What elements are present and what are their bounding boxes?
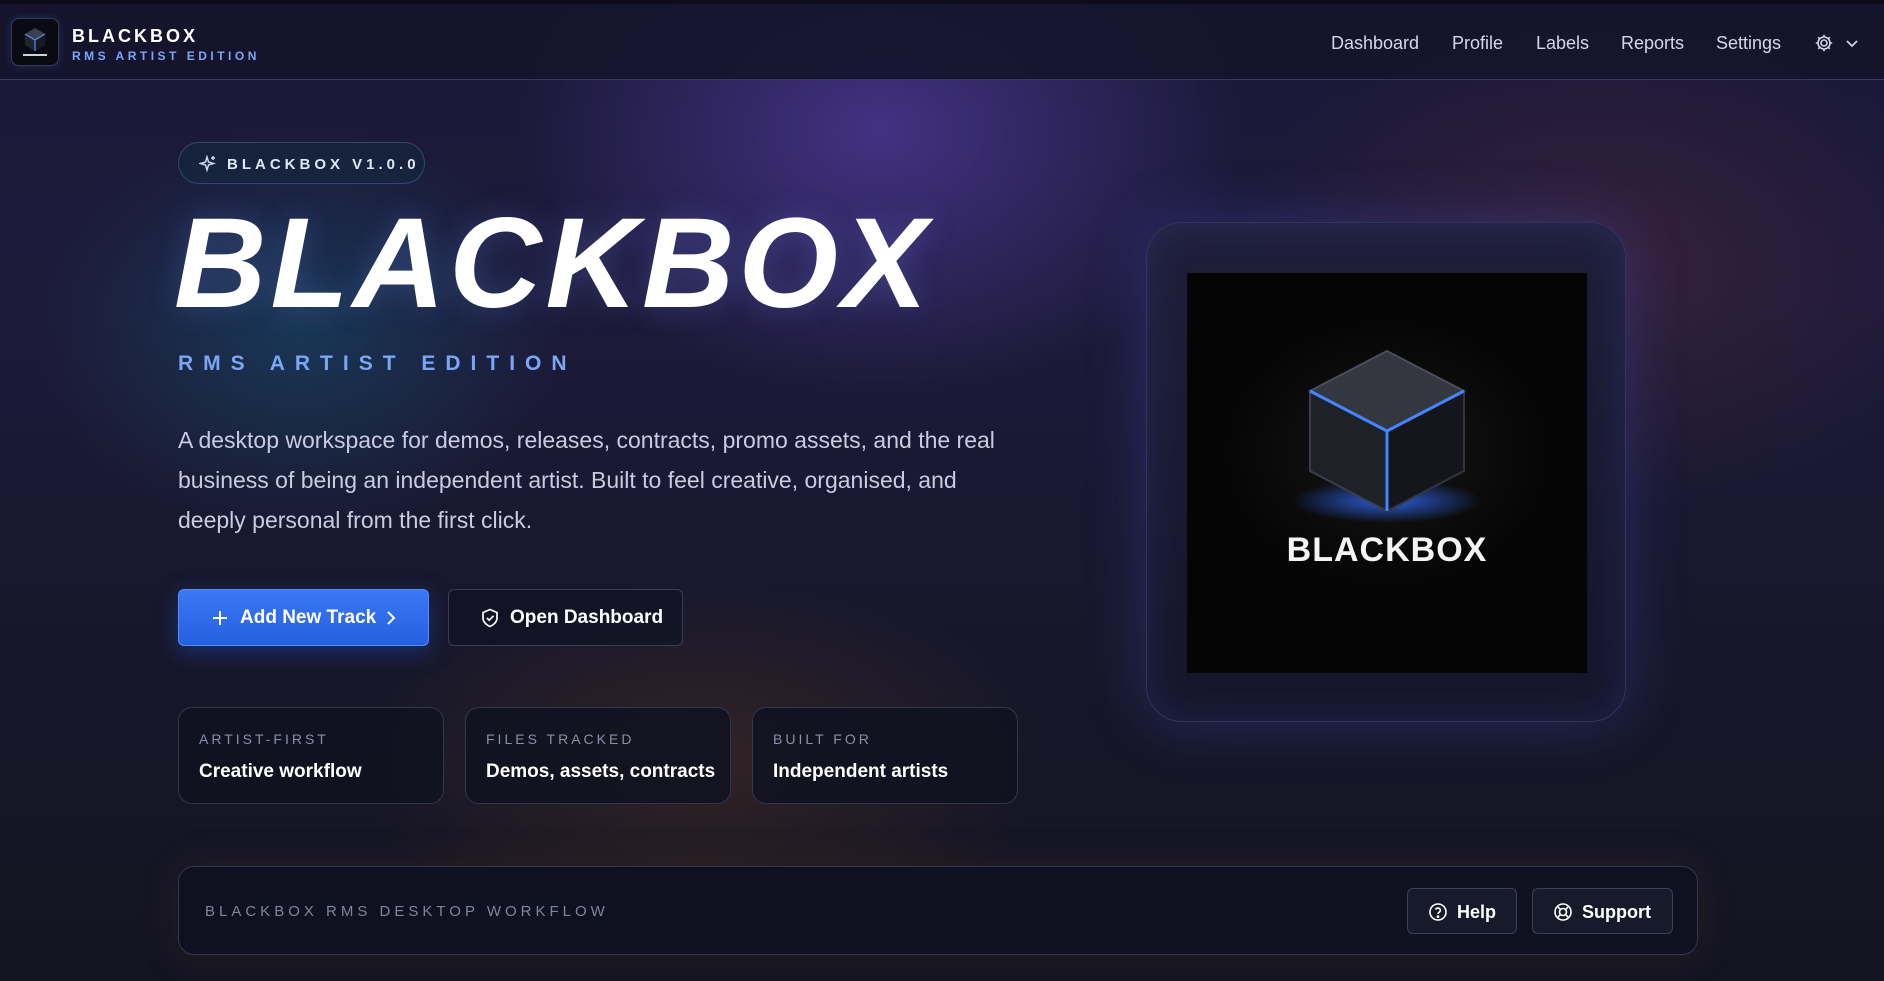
version-badge: BLACKBOX V1.0.0 (178, 142, 425, 184)
showcase-card: BLACKBOX (1146, 222, 1626, 722)
blackbox-logo-icon[interactable] (11, 18, 59, 66)
nav-settings[interactable]: Settings (1716, 33, 1781, 54)
blackbox-artwork: BLACKBOX (1187, 273, 1587, 673)
stat-value: Independent artists (773, 761, 949, 782)
hero-description: A desktop workspace for demos, releases,… (178, 427, 995, 533)
sparkle-icon (197, 154, 217, 178)
stat-label: ARTIST-FIRST (199, 731, 329, 747)
support-label: Support (1582, 902, 1651, 922)
stat-value: Demos, assets, contracts (486, 761, 716, 782)
footer-caption: BLACKBOX RMS DESKTOP WORKFLOW (205, 903, 609, 920)
nav-reports[interactable]: Reports (1621, 33, 1684, 54)
help-label: Help (1457, 902, 1497, 922)
nav-dashboard[interactable]: Dashboard (1331, 33, 1419, 54)
version-label: BLACKBOX V1.0.0 (227, 156, 420, 173)
nav-labels[interactable]: Labels (1536, 33, 1589, 54)
chevron-right-icon (385, 610, 397, 632)
cube-icon (1292, 349, 1482, 523)
brand-title: BLACKBOX (72, 26, 198, 46)
support-button[interactable]: Support (1532, 888, 1673, 934)
add-new-track-label: Add New Track (240, 607, 377, 628)
open-dashboard-button[interactable]: Open Dashboard (448, 589, 683, 646)
artwork-brand-text: BLACKBOX (1286, 531, 1488, 569)
stat-label: BUILT FOR (773, 731, 872, 747)
gear-icon[interactable] (1814, 33, 1834, 58)
hero-subtitle: RMS ARTIST EDITION (178, 352, 577, 375)
stat-value: Creative workflow (199, 761, 362, 782)
open-dashboard-label: Open Dashboard (510, 607, 664, 628)
stat-card-files-tracked: FILES TRACKED Demos, assets, contracts (465, 707, 731, 804)
lifebuoy-icon (1553, 902, 1573, 927)
hero-title: BLACKBOX (174, 192, 932, 335)
top-navbar: BLACKBOX RMS ARTIST EDITION Dashboard Pr… (0, 4, 1884, 80)
chevron-down-icon[interactable] (1845, 36, 1859, 54)
add-new-track-button[interactable]: Add New Track (178, 589, 429, 646)
shield-icon (481, 608, 499, 634)
plus-icon (211, 609, 229, 633)
stat-label: FILES TRACKED (486, 731, 635, 747)
brand-subtitle: RMS ARTIST EDITION (72, 49, 260, 63)
help-button[interactable]: Help (1407, 888, 1517, 934)
footer-bar: BLACKBOX RMS DESKTOP WORKFLOW Help Suppo… (178, 866, 1698, 955)
stat-card-artist-first: ARTIST-FIRST Creative workflow (178, 707, 444, 804)
nav-profile[interactable]: Profile (1452, 33, 1503, 54)
help-circle-icon (1428, 902, 1448, 927)
stat-card-built-for: BUILT FOR Independent artists (752, 707, 1018, 804)
